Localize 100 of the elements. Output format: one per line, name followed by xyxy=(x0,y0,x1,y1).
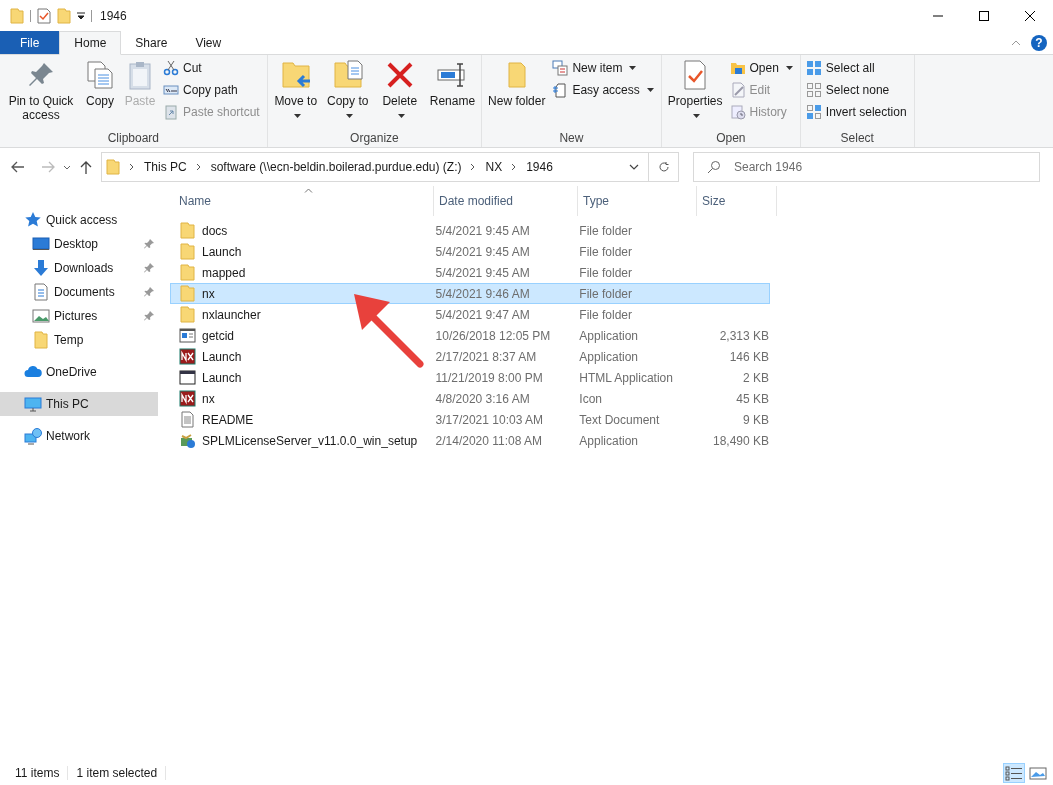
file-row[interactable]: nxlauncher 5/4/2021 9:47 AM File folder xyxy=(170,304,770,325)
type-cell: Text Document xyxy=(579,412,660,427)
date-cell: 3/17/2021 10:03 AM xyxy=(435,412,543,427)
ribbon-button[interactable]: Copy xyxy=(81,59,119,129)
size-cell: 2,313 KB xyxy=(719,328,769,343)
type-cell: File folder xyxy=(579,286,632,301)
nav-item[interactable]: Downloads xyxy=(0,256,158,280)
folder-icon xyxy=(179,285,196,302)
help-button[interactable]: ? xyxy=(1031,35,1047,51)
ribbon-button[interactable]: Select all xyxy=(805,59,907,77)
nav-item[interactable]: Documents xyxy=(0,280,158,304)
date-cell: 5/4/2021 9:45 AM xyxy=(435,244,530,259)
type-cell: HTML Application xyxy=(579,370,673,385)
file-name: README xyxy=(202,411,254,429)
nav-item[interactable]: This PC xyxy=(0,392,158,416)
column-header[interactable]: Date modified xyxy=(434,186,578,216)
group-label: Clipboard xyxy=(107,130,160,147)
size-cell: 2 KB xyxy=(743,370,769,385)
nav-item[interactable]: OneDrive xyxy=(0,360,158,384)
type-cell: Application xyxy=(579,433,639,448)
picture-icon xyxy=(32,307,50,325)
column-header[interactable]: Type xyxy=(578,186,697,216)
file-row[interactable]: nx 4/8/2020 3:16 AM Icon 45 KB xyxy=(170,388,770,409)
history-icon xyxy=(729,104,746,120)
item-count: 11 items xyxy=(15,765,60,782)
ribbon-button[interactable]: Rename xyxy=(426,59,479,129)
breadcrumb[interactable]: software (\\ecn-beldin.boilerad.purdue.edu) (Z:) xyxy=(210,158,462,176)
ribbon-button[interactable]: Open xyxy=(729,59,793,77)
up-arrow-icon[interactable] xyxy=(78,159,94,175)
file-name: nx xyxy=(202,285,215,303)
nav-item[interactable]: Temp xyxy=(0,328,158,352)
file-row[interactable]: README 3/17/2021 10:03 AM Text Document 9 KB xyxy=(170,409,770,430)
ribbon-tab[interactable]: Home xyxy=(59,31,122,55)
folder-arrow-icon xyxy=(279,59,312,91)
refresh-icon xyxy=(657,161,670,173)
scissors-icon xyxy=(163,60,179,76)
breadcrumb[interactable]: NX xyxy=(485,158,503,176)
date-cell: 10/26/2018 12:05 PM xyxy=(435,328,551,343)
file-row[interactable]: docs 5/4/2021 9:45 AM File folder xyxy=(170,220,770,241)
file-row[interactable]: getcid 10/26/2018 12:05 PM Application 2,313 KB xyxy=(170,325,770,346)
nav-item[interactable]: Desktop xyxy=(0,232,158,256)
file-row[interactable]: mapped 5/4/2021 9:45 AM File folder xyxy=(170,262,770,283)
folder-icon xyxy=(179,243,196,260)
file-row[interactable]: Launch 11/21/2019 8:00 PM HTML Application 2 KB xyxy=(170,367,770,388)
size-cell: 45 KB xyxy=(736,391,769,406)
file-row[interactable]: Launch 2/17/2021 8:37 AM Application 146 KB xyxy=(170,346,770,367)
ribbon-button[interactable]: New folder xyxy=(485,59,549,129)
ribbon-tab[interactable]: View xyxy=(181,31,236,54)
folder-icon xyxy=(179,306,196,323)
breadcrumb[interactable]: 1946 xyxy=(526,158,553,176)
size-cell: 18,490 KB xyxy=(712,433,769,448)
caret-icon xyxy=(629,66,637,70)
chevron-right-icon[interactable] xyxy=(470,163,477,171)
chevron-right-icon[interactable] xyxy=(129,163,135,171)
ribbon-button[interactable]: Copy to xyxy=(322,59,373,129)
column-header[interactable]: Size xyxy=(697,186,777,216)
folder-icon xyxy=(106,159,120,175)
ribbon-button[interactable]: Easy access xyxy=(552,81,654,99)
collapse-ribbon-icon[interactable] xyxy=(1011,40,1021,46)
file-name: nx xyxy=(202,390,215,408)
ribbon-button[interactable]: Invert selection xyxy=(805,103,907,121)
size-cell: 146 KB xyxy=(729,349,769,364)
nav-item[interactable]: Quick access xyxy=(0,208,158,232)
chevron-right-icon[interactable] xyxy=(511,163,518,171)
ribbon-button[interactable]: New item xyxy=(552,59,654,77)
file-row[interactable]: nx 5/4/2021 9:46 AM File folder xyxy=(170,283,770,304)
date-cell: 4/8/2020 3:16 AM xyxy=(435,391,530,406)
group-label: New xyxy=(559,130,584,147)
ribbon-button[interactable]: Move to xyxy=(270,59,321,129)
date-cell: 2/14/2020 11:08 AM xyxy=(435,433,543,448)
address-bar[interactable]: This PC software (\\ecn-beldin.boilerad.purdue.edu) (Z:) NX 1946 xyxy=(101,152,679,182)
ribbon-button[interactable]: Copy path xyxy=(163,81,260,99)
file-row[interactable]: Launch 5/4/2021 9:45 AM File folder xyxy=(170,241,770,262)
caret-icon xyxy=(785,66,793,70)
properties-icon[interactable] xyxy=(37,8,51,24)
ribbon-tab[interactable]: Share xyxy=(121,31,182,54)
ribbon-button[interactable]: Cut xyxy=(163,59,260,77)
view-button[interactable] xyxy=(1003,763,1025,783)
file-row[interactable]: SPLMLicenseServer_v11.0.0_win_setup 2/14/2020 11:08 AM Application 18,490 KB xyxy=(170,430,770,451)
ribbon-button[interactable]: Select none xyxy=(805,81,907,99)
type-cell: File folder xyxy=(579,223,632,238)
details-view-icon xyxy=(1004,764,1024,782)
breadcrumb[interactable]: This PC xyxy=(144,158,187,176)
ribbon-button[interactable]: Pin to Quick access xyxy=(3,59,79,129)
type-cell: Application xyxy=(579,328,639,343)
nav-item[interactable]: Network xyxy=(0,424,158,448)
search-field[interactable]: Search 1946 xyxy=(693,152,1040,182)
nav-item[interactable]: Pictures xyxy=(0,304,158,328)
ribbon-button[interactable]: Delete xyxy=(374,59,425,129)
caret-icon[interactable] xyxy=(77,12,85,20)
caret-icon xyxy=(646,88,654,92)
folder-copy-icon xyxy=(331,59,364,91)
search-icon xyxy=(707,160,721,174)
chevron-right-icon[interactable] xyxy=(195,163,202,171)
date-cell: 11/21/2019 8:00 PM xyxy=(435,370,543,385)
ribbon-tab[interactable]: File xyxy=(0,31,60,54)
window-icon xyxy=(179,327,196,344)
ribbon-button[interactable]: Properties xyxy=(664,59,726,129)
folder-icon xyxy=(179,264,196,281)
column-header[interactable]: Name xyxy=(174,186,434,216)
